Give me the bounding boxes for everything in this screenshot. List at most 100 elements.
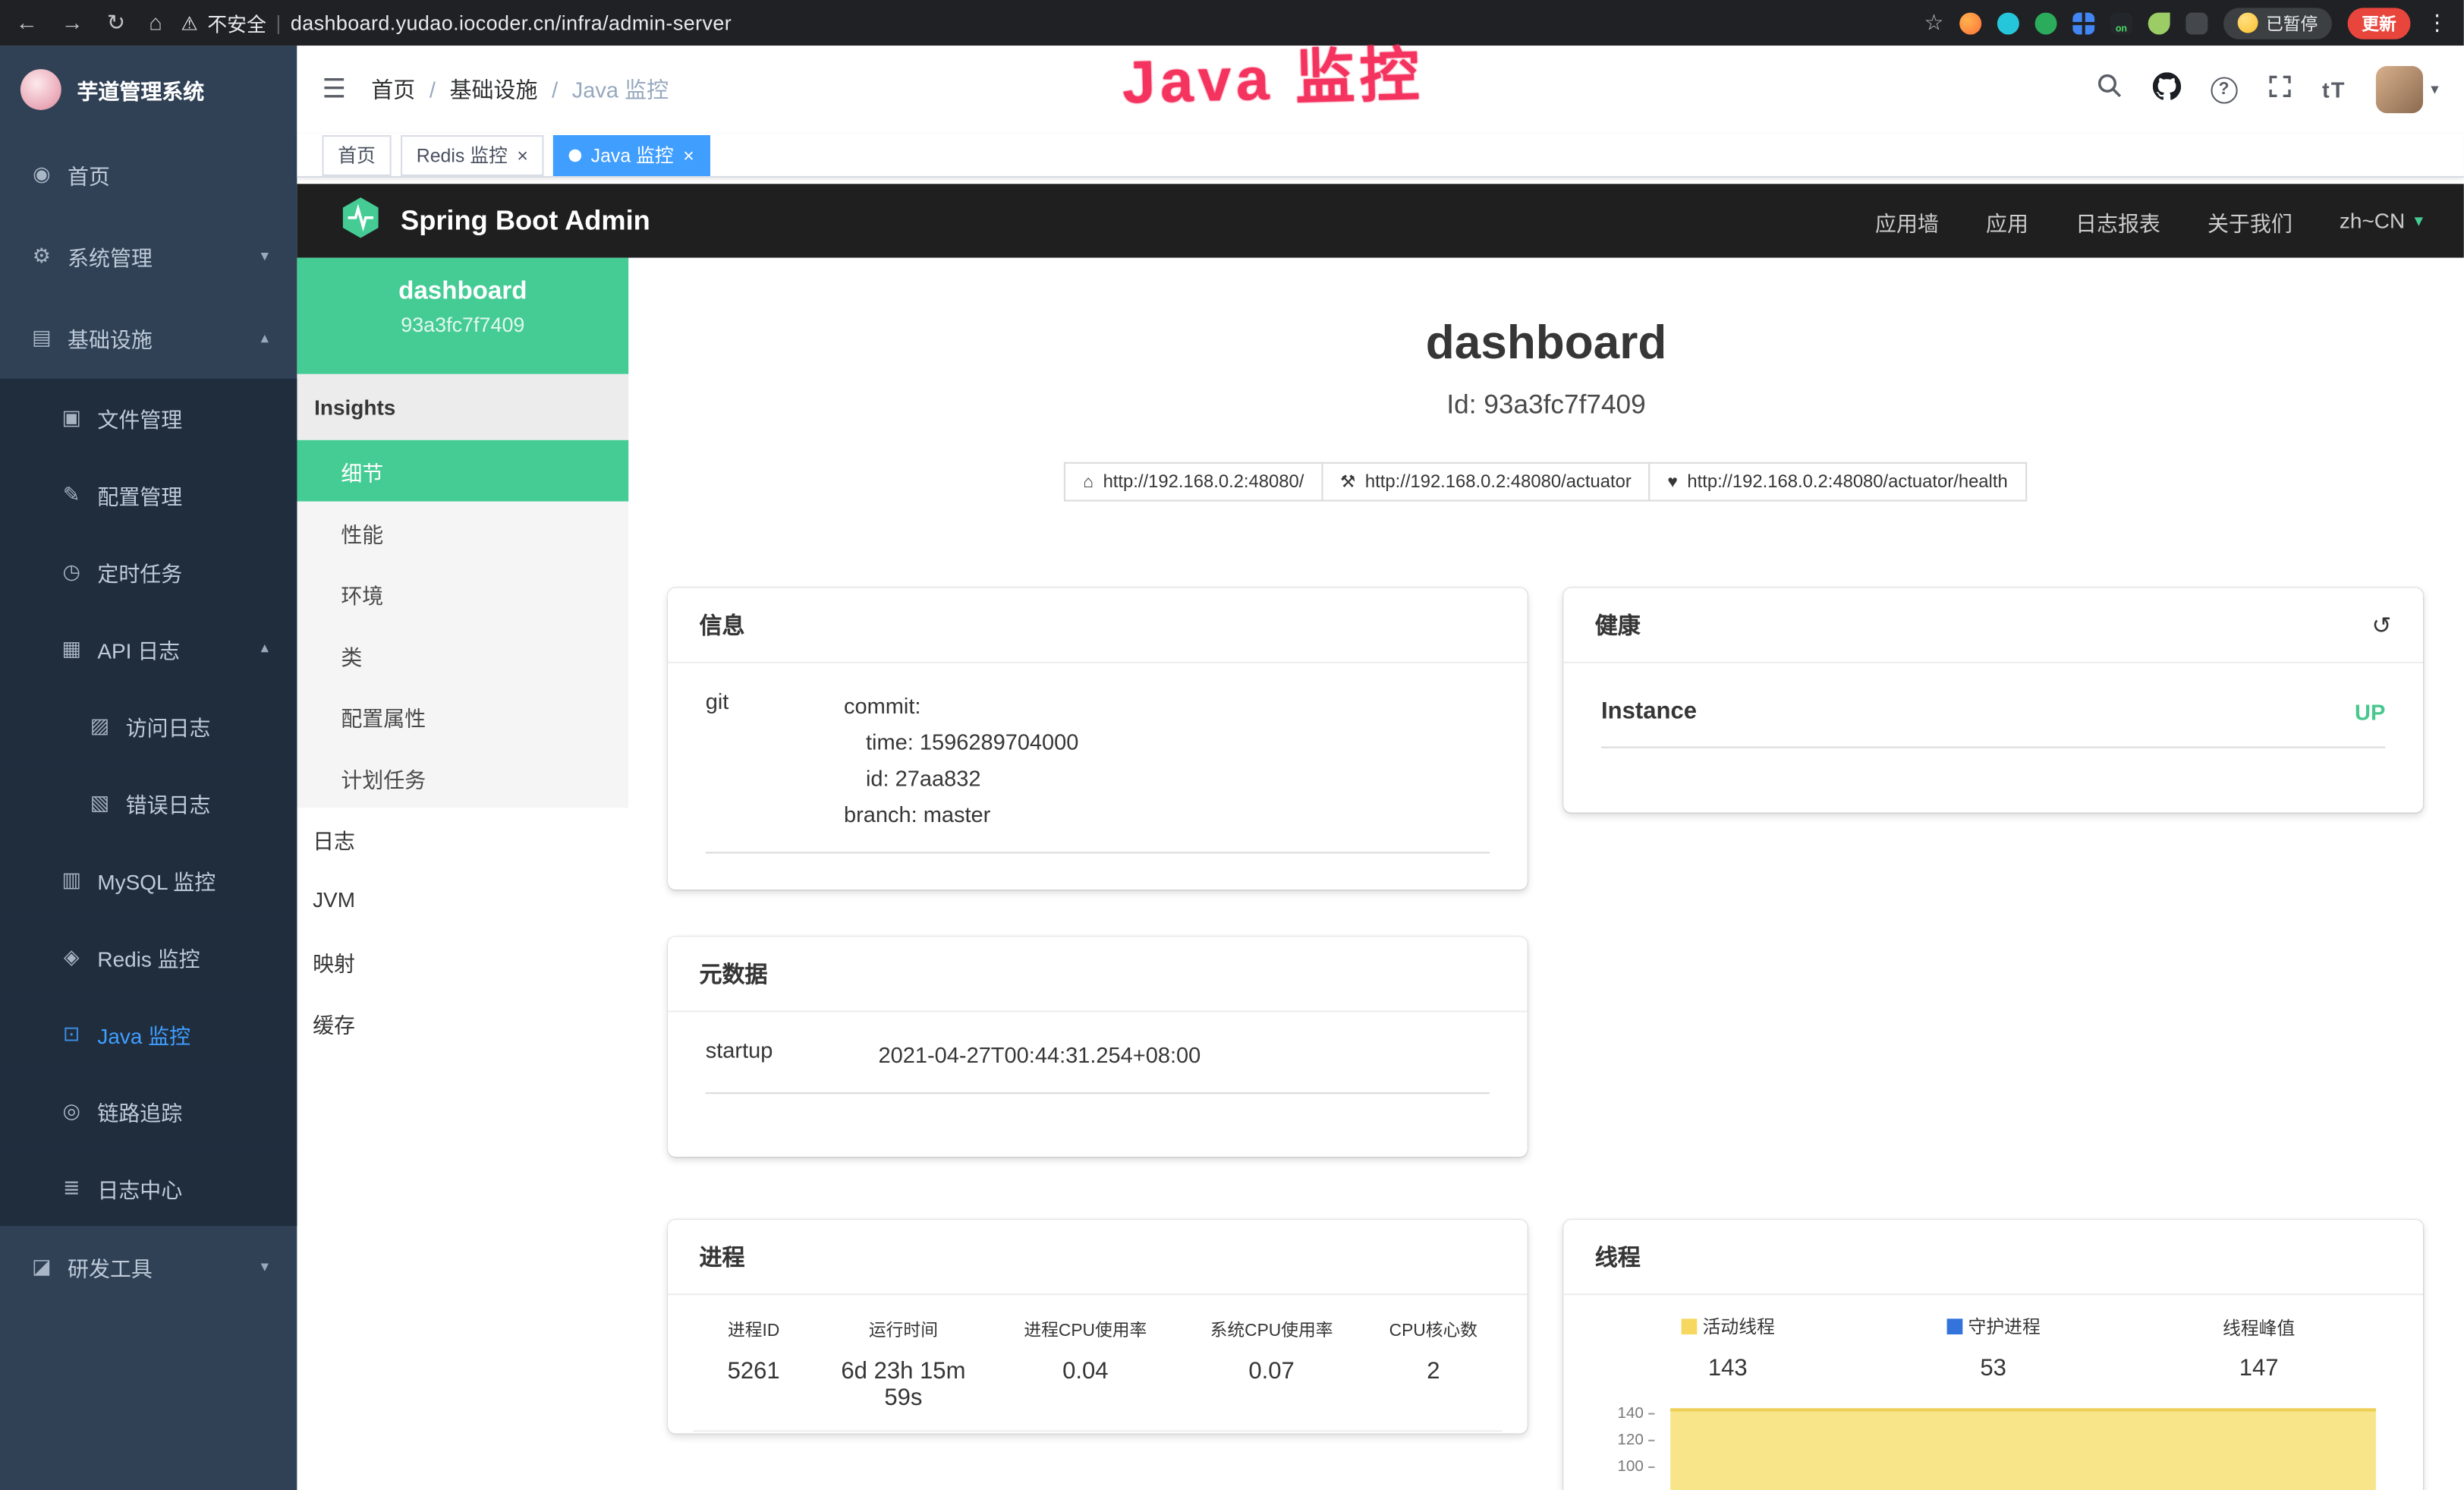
sidebar-item-infrastructure[interactable]: ▤ 基础设施 ▴ — [0, 297, 297, 379]
sba-nav-journal[interactable]: 日志报表 — [2075, 205, 2160, 236]
dark-extension-icon[interactable] — [2186, 12, 2208, 34]
sba-item-details[interactable]: 细节 — [297, 440, 628, 502]
live-threads-area — [1670, 1408, 2376, 1490]
hamburger-icon[interactable]: ☰ — [322, 74, 346, 105]
tab-java-monitor[interactable]: Java 监控 × — [553, 134, 710, 175]
sidebar-item-label: 日志中心 — [97, 1172, 182, 1203]
startup-row: startup 2021-04-27T00:44:31.254+08:00 — [706, 1038, 1490, 1095]
sidebar-item-trace[interactable]: ◎ 链路追踪 — [0, 1072, 297, 1148]
leaf-extension-icon[interactable] — [2148, 12, 2170, 34]
sba-item-caches[interactable]: 缓存 — [297, 992, 628, 1054]
git-id-line: id: 27aa832 — [844, 761, 1490, 798]
process-table: 进程ID 5261 运行时间 6d 23h 15m 59s 进程CPU使用率 0… — [668, 1295, 1528, 1411]
chevron-up-icon: ▴ — [261, 329, 269, 347]
sba-item-scheduled-tasks[interactable]: 计划任务 — [297, 747, 628, 808]
chrome-update-button[interactable]: 更新 — [2348, 7, 2411, 38]
status-badge: UP — [2355, 698, 2385, 723]
breadcrumb-separator: / — [552, 77, 558, 102]
sidebar-item-redis-monitor[interactable]: ◈ Redis 监控 — [0, 918, 297, 994]
browser-nav: ← → ↻ ⌂ — [16, 9, 162, 36]
url-text[interactable]: dashboard.yudao.iocoder.cn/infra/admin-s… — [291, 11, 732, 34]
health-url-link[interactable]: ♥ http://192.168.0.2:48080/actuator/heal… — [1649, 462, 2027, 502]
tab-home[interactable]: 首页 — [322, 134, 391, 175]
heart-icon: ♥ — [1667, 472, 1678, 491]
tab-redis-monitor[interactable]: Redis 监控 × — [401, 134, 543, 175]
sba-nav: 应用墙 应用 日志报表 关于我们 zh~CN ▾ — [1875, 205, 2423, 236]
home-icon[interactable]: ⌂ — [149, 9, 162, 36]
breadcrumb-home[interactable]: 首页 — [371, 74, 415, 105]
sidebar-item-api-logs[interactable]: ▦ API 日志 ▴ — [0, 610, 297, 686]
reload-icon[interactable]: ↻ — [107, 9, 125, 36]
sidebar-item-config-management[interactable]: ✎ 配置管理 — [0, 456, 297, 533]
sidebar-item-scheduled-tasks[interactable]: ◷ 定时任务 — [0, 533, 297, 610]
blue-legend-swatch — [1946, 1318, 1962, 1334]
on-badge-extension-icon[interactable]: on — [2110, 12, 2132, 34]
forward-icon[interactable]: → — [61, 9, 83, 36]
sidebar-item-access-logs[interactable]: ▨ 访问日志 — [0, 687, 297, 764]
actuator-url-link[interactable]: ⚒ http://192.168.0.2:48080/actuator — [1321, 462, 1650, 502]
col-value: 0.04 — [1002, 1358, 1169, 1384]
user-avatar[interactable] — [2376, 66, 2423, 113]
close-icon[interactable]: × — [517, 146, 528, 165]
link-label: http://192.168.0.2:48080/ — [1103, 472, 1304, 491]
sidebar-item-file-management[interactable]: ▣ 文件管理 — [0, 379, 297, 455]
fox-extension-icon[interactable] — [1959, 12, 1981, 34]
git-commit-line: commit: — [844, 688, 1490, 725]
sidebar-item-dev-tools[interactable]: ◪ 研发工具 ▾ — [0, 1226, 297, 1308]
sba-item-environment[interactable]: 环境 — [297, 562, 628, 624]
grid-extension-icon[interactable] — [2072, 12, 2094, 34]
sba-nav-wallboard[interactable]: 应用墙 — [1875, 205, 1939, 236]
legend-label: 线程峰值 — [2223, 1315, 2295, 1340]
sba-nav-about[interactable]: 关于我们 — [2208, 205, 2292, 236]
sba-instance-header[interactable]: dashboard 93a3fc7f7409 — [297, 258, 628, 374]
sba-item-mappings[interactable]: 映射 — [297, 931, 628, 992]
security-warning-icon[interactable]: ⚠ — [181, 12, 198, 34]
sba-item-metrics[interactable]: 性能 — [297, 502, 628, 563]
y-tick: 140 — [1595, 1400, 1664, 1427]
profile-paused-chip[interactable]: 已暂停 — [2223, 7, 2332, 38]
sidebar-item-system-management[interactable]: ⚙ 系统管理 ▾ — [0, 216, 297, 298]
sidebar-item-mysql-monitor[interactable]: ▥ MySQL 监控 — [0, 841, 297, 918]
sba-item-logs[interactable]: 日志 — [297, 808, 628, 869]
threads-legend: 活动线程 143 守护进程 53 线程峰值 147 — [1595, 1314, 2392, 1381]
breadcrumb-infrastructure[interactable]: 基础设施 — [450, 74, 538, 105]
sba-item-classes[interactable]: 类 — [297, 624, 628, 685]
close-icon[interactable]: × — [683, 146, 694, 165]
bookmark-star-icon[interactable]: ☆ — [1924, 9, 1943, 36]
git-time-line: time: 1596289704000 — [844, 725, 1490, 761]
search-icon[interactable] — [2096, 72, 2123, 107]
health-card: 健康 ↺ Instance UP — [1563, 587, 2423, 812]
instance-health-row[interactable]: Instance UP — [1601, 698, 2385, 748]
drop-extension-icon[interactable] — [1997, 12, 2019, 34]
sba-language-select[interactable]: zh~CN ▾ — [2340, 209, 2423, 232]
browser-menu-icon[interactable]: ⋮ — [2426, 9, 2448, 36]
paused-label: 已暂停 — [2266, 10, 2318, 35]
back-icon[interactable]: ← — [16, 9, 38, 36]
github-icon[interactable] — [2152, 71, 2180, 108]
sidebar-item-error-logs[interactable]: ▧ 错误日志 — [0, 764, 297, 840]
sidebar-item-label: 系统管理 — [68, 241, 153, 272]
col-header: CPU核心数 — [1374, 1317, 1493, 1342]
col-value: 5261 — [703, 1358, 805, 1384]
sba-header: Spring Boot Admin 应用墙 应用 日志报表 关于我们 zh~CN… — [297, 184, 2463, 257]
file-icon: ▣ — [60, 405, 83, 430]
sidebar-item-home[interactable]: ◉ 首页 — [0, 134, 297, 216]
history-icon[interactable]: ↺ — [2372, 610, 2392, 638]
sidebar-item-label: 基础设施 — [68, 322, 153, 353]
sba-item-config-props[interactable]: 配置属性 — [297, 685, 628, 747]
app-logo[interactable]: 芋道管理系统 — [0, 46, 297, 134]
sba-brand[interactable]: Spring Boot Admin — [338, 194, 650, 247]
help-icon[interactable]: ? — [2211, 76, 2237, 102]
service-url-link[interactable]: ⌂ http://192.168.0.2:48080/ — [1065, 462, 1323, 502]
sba-nav-applications[interactable]: 应用 — [1986, 205, 2028, 236]
user-menu[interactable]: ▾ — [2376, 66, 2439, 113]
sba-sidebar: dashboard 93a3fc7f7409 Insights 细节 性能 环境… — [297, 258, 628, 1490]
sba-item-jvm[interactable]: JVM — [297, 869, 628, 931]
sidebar-item-java-monitor[interactable]: ⊡ Java 监控 — [0, 995, 297, 1072]
tab-label: Java 监控 — [591, 141, 674, 168]
fullscreen-icon[interactable] — [2267, 73, 2292, 106]
sidebar-item-log-center[interactable]: ≣ 日志中心 — [0, 1149, 297, 1226]
address-bar[interactable]: ⚠ 不安全 | dashboard.yudao.iocoder.cn/infra… — [181, 8, 732, 37]
green-extension-icon[interactable] — [2035, 12, 2057, 34]
font-size-icon[interactable]: tT — [2322, 77, 2346, 102]
